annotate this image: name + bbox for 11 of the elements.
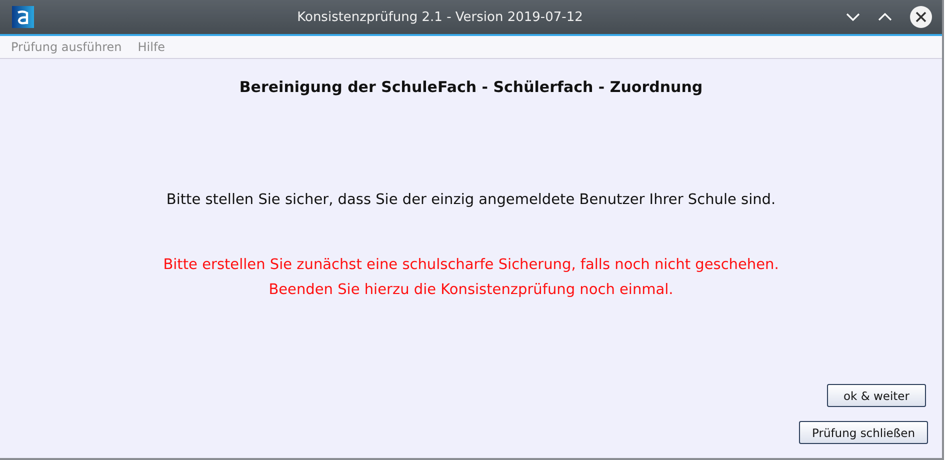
info-message: Bitte stellen Sie sicher, dass Sie der einzig angemeldete Benutzer Ihrer Schule sind. [166, 192, 776, 208]
continue-button[interactable]: ok & weiter [827, 384, 926, 407]
minimize-icon[interactable] [846, 13, 860, 21]
close-icon[interactable] [910, 6, 932, 28]
window-title: Konsistenzprüfung 2.1 - Version 2019-07-12 [296, 10, 584, 24]
warning-message: Beenden Sie hierzu die Konsistenzprüfung noch einmal. [268, 281, 674, 300]
app-logo-icon [12, 6, 34, 28]
maximize-icon[interactable] [878, 13, 892, 21]
dialog-heading: Bereinigung der SchuleFach - Schülerfach - Zuordnung [239, 78, 703, 96]
warning-message: Bitte erstellen Sie zunächst eine schulscharfe Sicherung, falls noch nicht geschehen. [163, 256, 779, 275]
close-check-button[interactable]: Prüfung schließen [798, 421, 928, 444]
